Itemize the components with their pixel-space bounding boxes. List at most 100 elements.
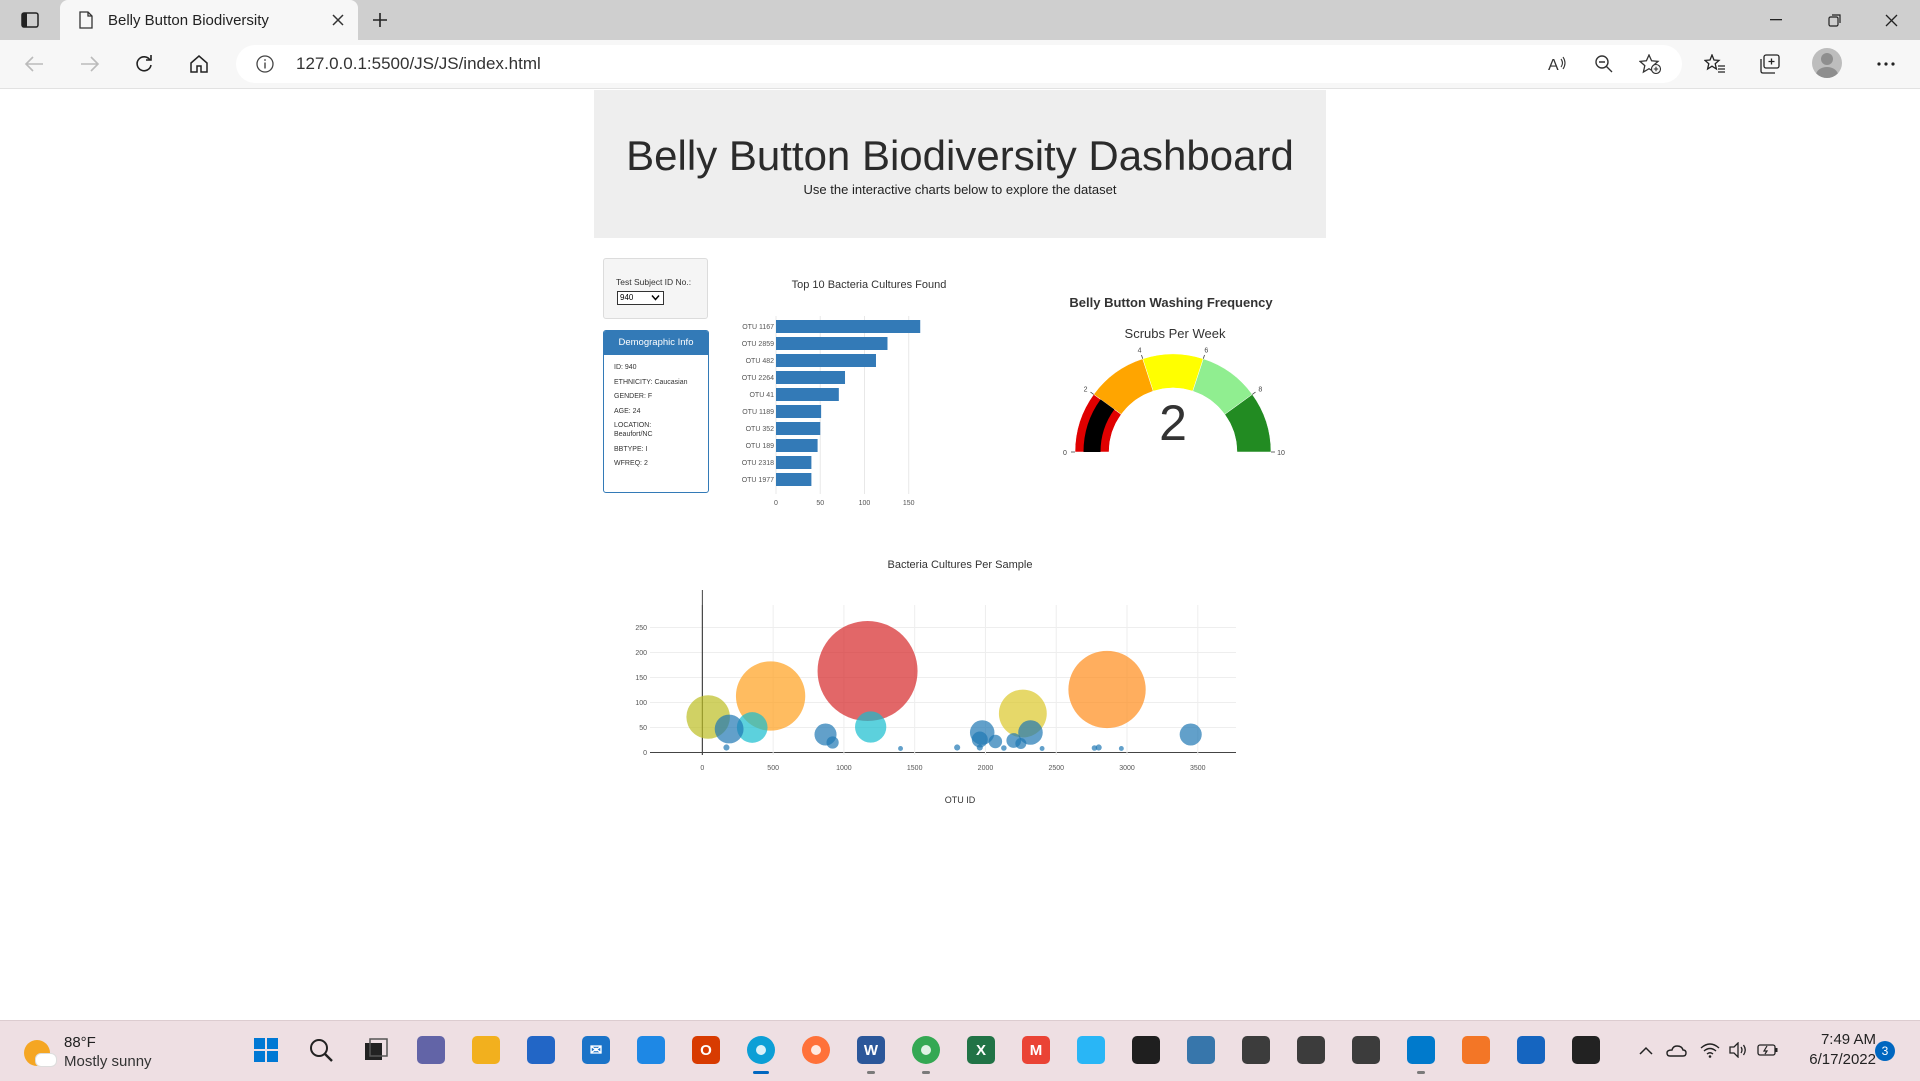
bar-category-label: OTU 1189 bbox=[742, 409, 774, 416]
close-tab-icon[interactable] bbox=[324, 6, 352, 34]
terminal-icon[interactable] bbox=[1128, 1032, 1164, 1068]
demo-age: AGE: 24 bbox=[614, 407, 641, 415]
bubble-x-tick-label: 1500 bbox=[907, 765, 923, 772]
demo-wfreq: WFREQ: 2 bbox=[614, 460, 648, 467]
battery-icon[interactable] bbox=[1754, 1032, 1782, 1068]
home-icon[interactable] bbox=[183, 48, 215, 80]
bubble-point[interactable] bbox=[1179, 723, 1202, 746]
paint-icon[interactable] bbox=[1073, 1032, 1109, 1068]
bar-category-label: OTU 2859 bbox=[742, 341, 774, 348]
tab-actions-icon[interactable] bbox=[12, 6, 48, 34]
bar[interactable] bbox=[776, 354, 876, 367]
new-tab-icon[interactable] bbox=[366, 6, 394, 34]
chrome-icon[interactable] bbox=[908, 1032, 944, 1074]
office-icon[interactable]: O bbox=[688, 1032, 724, 1068]
bubble-point[interactable] bbox=[976, 744, 983, 751]
microsoft-store-icon[interactable] bbox=[523, 1032, 559, 1068]
bar[interactable] bbox=[776, 422, 821, 435]
bar-chart[interactable]: Top 10 Bacteria Cultures Found OTU 1167 O… bbox=[720, 270, 980, 510]
excel-icon[interactable]: X bbox=[963, 1032, 999, 1068]
bubble-point[interactable] bbox=[954, 744, 961, 751]
bubble-point[interactable] bbox=[817, 621, 918, 721]
word-icon[interactable]: W bbox=[853, 1032, 889, 1074]
tool-icon[interactable] bbox=[633, 1032, 669, 1068]
running-indicator bbox=[922, 1071, 930, 1074]
wifi-icon[interactable] bbox=[1696, 1032, 1724, 1068]
word-icon-glyph: W bbox=[857, 1036, 885, 1064]
bubble-x-tick-label: 2000 bbox=[978, 765, 994, 772]
minimize-icon[interactable] bbox=[1747, 0, 1805, 40]
edge-icon[interactable] bbox=[743, 1032, 779, 1074]
teams-chat-icon[interactable] bbox=[413, 1032, 449, 1068]
zoom-out-icon[interactable] bbox=[1588, 48, 1620, 80]
add-favorite-icon[interactable] bbox=[1634, 48, 1666, 80]
restore-icon[interactable] bbox=[1805, 0, 1863, 40]
close-window-icon[interactable] bbox=[1862, 0, 1920, 40]
media-player-icon[interactable] bbox=[1568, 1032, 1604, 1068]
clock[interactable]: 7:49 AM 6/17/2022 bbox=[1786, 1030, 1876, 1070]
collections-icon[interactable] bbox=[1754, 48, 1786, 80]
bar[interactable] bbox=[776, 473, 812, 486]
profile-avatar[interactable] bbox=[1812, 48, 1842, 78]
file-explorer-icon[interactable] bbox=[468, 1032, 504, 1068]
gauge-band bbox=[1142, 353, 1204, 392]
bar[interactable] bbox=[776, 371, 846, 384]
gmail-icon[interactable]: M bbox=[1018, 1032, 1054, 1068]
bar[interactable] bbox=[776, 337, 888, 350]
bar[interactable] bbox=[776, 439, 818, 452]
console-icon-3[interactable] bbox=[1348, 1032, 1384, 1068]
bubble-point[interactable] bbox=[1001, 745, 1007, 751]
bar[interactable] bbox=[776, 320, 921, 333]
bubble-point[interactable] bbox=[826, 736, 839, 749]
demographic-panel: Demographic Info ID: 940 ETHNICITY: Cauc… bbox=[603, 330, 709, 493]
chevron-up-icon[interactable] bbox=[1632, 1032, 1660, 1068]
file-explorer-icon-glyph bbox=[472, 1036, 500, 1064]
bubble-point[interactable] bbox=[1068, 650, 1146, 729]
python-icon[interactable] bbox=[1183, 1032, 1219, 1068]
onedrive-icon[interactable] bbox=[1662, 1032, 1690, 1068]
read-aloud-icon[interactable]: A bbox=[1542, 48, 1574, 80]
excel-icon-glyph: X bbox=[967, 1036, 995, 1064]
bubble-point[interactable] bbox=[898, 746, 903, 751]
bar[interactable] bbox=[776, 388, 839, 401]
bar[interactable] bbox=[776, 456, 812, 469]
bubble-point[interactable] bbox=[855, 711, 887, 743]
vscode-icon[interactable] bbox=[1403, 1032, 1439, 1074]
volume-icon[interactable] bbox=[1724, 1032, 1752, 1068]
favorites-icon[interactable] bbox=[1699, 48, 1731, 80]
firefox-icon[interactable] bbox=[798, 1032, 834, 1068]
site-info-icon[interactable] bbox=[254, 53, 276, 75]
notification-badge[interactable]: 3 bbox=[1875, 1041, 1895, 1061]
forward-icon[interactable] bbox=[74, 48, 106, 80]
refresh-icon[interactable] bbox=[128, 48, 160, 80]
console-icon-2[interactable] bbox=[1293, 1032, 1329, 1068]
task-view-icon[interactable] bbox=[358, 1032, 394, 1068]
search-icon[interactable] bbox=[303, 1032, 339, 1068]
bubble-x-label: OTU ID bbox=[945, 795, 976, 805]
defender-icon[interactable] bbox=[1513, 1032, 1549, 1068]
jupyter-icon[interactable] bbox=[1458, 1032, 1494, 1068]
bubble-point[interactable] bbox=[988, 734, 1003, 749]
bubble-point[interactable] bbox=[1091, 745, 1098, 751]
more-icon[interactable] bbox=[1870, 48, 1902, 80]
mail-icon[interactable]: ✉ bbox=[578, 1032, 614, 1068]
bubble-point[interactable] bbox=[1015, 737, 1027, 750]
bar[interactable] bbox=[776, 405, 822, 418]
bubble-x-tick-label: 3000 bbox=[1119, 765, 1135, 772]
bubble-point[interactable] bbox=[714, 714, 744, 744]
bubble-point[interactable] bbox=[723, 744, 730, 751]
bubble-point[interactable] bbox=[1039, 746, 1045, 751]
subject-id-select[interactable]: 940 bbox=[617, 291, 664, 305]
url-text: 127.0.0.1:5500/JS/JS/index.html bbox=[296, 54, 541, 74]
console-icon-1[interactable] bbox=[1238, 1032, 1274, 1068]
weather-widget[interactable]: 88°F Mostly sunny bbox=[24, 1033, 184, 1073]
address-bar[interactable]: 127.0.0.1:5500/JS/JS/index.html A bbox=[236, 45, 1682, 83]
back-icon[interactable] bbox=[18, 48, 50, 80]
browser-tab[interactable]: Belly Button Biodiversity bbox=[60, 0, 358, 40]
url-path: :5500/JS/JS/index.html bbox=[366, 54, 541, 73]
bar-x-tick-label: 50 bbox=[816, 500, 824, 507]
bubble-chart[interactable]: Bacteria Cultures Per Sample 0 50 100 150 20… bbox=[620, 550, 1280, 810]
bubble-point[interactable] bbox=[1118, 746, 1124, 751]
start-icon[interactable] bbox=[248, 1032, 284, 1068]
media-player-icon-glyph bbox=[1572, 1036, 1600, 1064]
